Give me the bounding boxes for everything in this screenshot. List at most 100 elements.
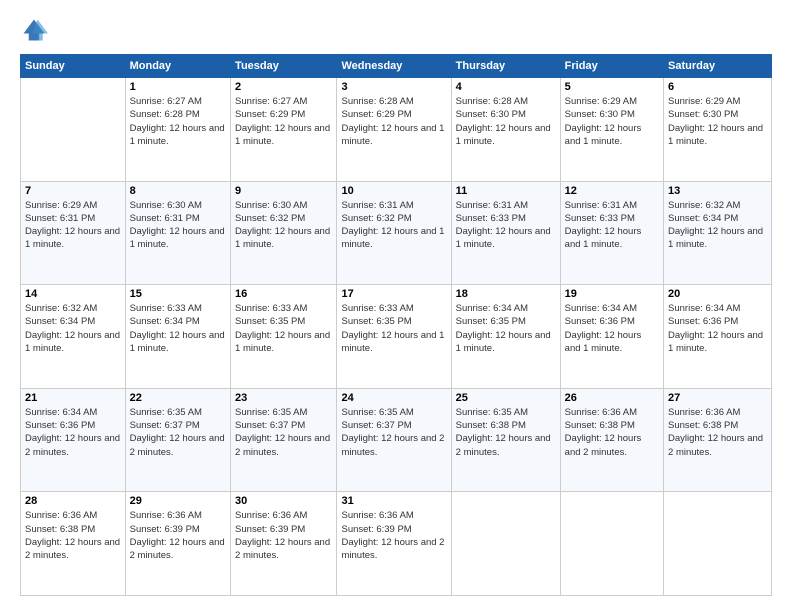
- day-info: Sunrise: 6:36 AM Sunset: 6:39 PM Dayligh…: [130, 509, 226, 562]
- calendar-cell: 21Sunrise: 6:34 AM Sunset: 6:36 PM Dayli…: [21, 388, 126, 492]
- day-info: Sunrise: 6:35 AM Sunset: 6:37 PM Dayligh…: [341, 406, 446, 459]
- page: SundayMondayTuesdayWednesdayThursdayFrid…: [0, 0, 792, 612]
- header-cell-saturday: Saturday: [664, 55, 772, 78]
- day-number: 17: [341, 288, 446, 300]
- calendar-table: SundayMondayTuesdayWednesdayThursdayFrid…: [20, 54, 772, 596]
- day-number: 6: [668, 81, 767, 93]
- calendar-cell: 17 Sunrise: 6:33 AM Sunset: 6:35 PM Dayli…: [337, 285, 451, 389]
- header-cell-friday: Friday: [560, 55, 663, 78]
- day-info: Sunrise: 6:33 AM Sunset: 6:34 PM Dayligh…: [130, 302, 226, 355]
- day-info: Sunrise: 6:32 AM Sunset: 6:34 PM Dayligh…: [668, 199, 767, 252]
- calendar-cell: 10 Sunrise: 6:31 AM Sunset: 6:32 PM Dayli…: [337, 181, 451, 285]
- week-row-4: 28 Sunrise: 6:36 AM Sunset: 6:38 PM Dayli…: [21, 492, 772, 596]
- calendar-cell: 9 Sunrise: 6:30 AM Sunset: 6:32 PM Daylig…: [231, 181, 337, 285]
- day-info: Sunrise: 6:35 AM Sunset: 6:37 PM Dayligh…: [235, 406, 332, 459]
- calendar-cell: 11 Sunrise: 6:31 AM Sunset: 6:33 PM Dayli…: [451, 181, 560, 285]
- header: [20, 16, 772, 44]
- logo: [20, 16, 52, 44]
- day-info: Sunrise: 6:30 AM Sunset: 6:32 PM Dayligh…: [235, 199, 332, 252]
- calendar-cell: 15Sunrise: 6:33 AM Sunset: 6:34 PM Dayli…: [125, 285, 230, 389]
- header-cell-monday: Monday: [125, 55, 230, 78]
- day-number: 25: [456, 392, 556, 404]
- calendar-cell: 3 Sunrise: 6:28 AM Sunset: 6:29 PM Daylig…: [337, 78, 451, 182]
- day-info: Sunrise: 6:36 AM Sunset: 6:38 PM Dayligh…: [565, 406, 659, 459]
- calendar-cell: 12 Sunrise: 6:31 AM Sunset: 6:33 PM Dayli…: [560, 181, 663, 285]
- calendar-cell: 29 Sunrise: 6:36 AM Sunset: 6:39 PM Dayli…: [125, 492, 230, 596]
- calendar-cell: 6 Sunrise: 6:29 AM Sunset: 6:30 PM Daylig…: [664, 78, 772, 182]
- day-info: Sunrise: 6:31 AM Sunset: 6:32 PM Dayligh…: [341, 199, 446, 252]
- header-cell-sunday: Sunday: [21, 55, 126, 78]
- header-cell-thursday: Thursday: [451, 55, 560, 78]
- day-number: 14: [25, 288, 121, 300]
- day-info: Sunrise: 6:36 AM Sunset: 6:39 PM Dayligh…: [235, 509, 332, 562]
- calendar-cell: 8 Sunrise: 6:30 AM Sunset: 6:31 PM Daylig…: [125, 181, 230, 285]
- calendar-cell: 25 Sunrise: 6:35 AM Sunset: 6:38 PM Dayli…: [451, 388, 560, 492]
- calendar-cell: 22 Sunrise: 6:35 AM Sunset: 6:37 PM Dayli…: [125, 388, 230, 492]
- day-info: Sunrise: 6:35 AM Sunset: 6:38 PM Dayligh…: [456, 406, 556, 459]
- day-number: 31: [341, 495, 446, 507]
- day-number: 16: [235, 288, 332, 300]
- day-info: Sunrise: 6:31 AM Sunset: 6:33 PM Dayligh…: [565, 199, 659, 252]
- week-row-3: 21Sunrise: 6:34 AM Sunset: 6:36 PM Dayli…: [21, 388, 772, 492]
- day-info: Sunrise: 6:34 AM Sunset: 6:36 PM Dayligh…: [565, 302, 659, 355]
- day-info: Sunrise: 6:29 AM Sunset: 6:31 PM Dayligh…: [25, 199, 121, 252]
- day-info: Sunrise: 6:33 AM Sunset: 6:35 PM Dayligh…: [341, 302, 446, 355]
- day-number: 12: [565, 185, 659, 197]
- day-number: 19: [565, 288, 659, 300]
- day-info: Sunrise: 6:35 AM Sunset: 6:37 PM Dayligh…: [130, 406, 226, 459]
- calendar-cell: 30 Sunrise: 6:36 AM Sunset: 6:39 PM Dayli…: [231, 492, 337, 596]
- day-info: Sunrise: 6:28 AM Sunset: 6:29 PM Dayligh…: [341, 95, 446, 148]
- calendar-cell: 24 Sunrise: 6:35 AM Sunset: 6:37 PM Dayli…: [337, 388, 451, 492]
- day-number: 18: [456, 288, 556, 300]
- calendar-cell: 4 Sunrise: 6:28 AM Sunset: 6:30 PM Daylig…: [451, 78, 560, 182]
- day-info: Sunrise: 6:29 AM Sunset: 6:30 PM Dayligh…: [668, 95, 767, 148]
- calendar-cell: 28 Sunrise: 6:36 AM Sunset: 6:38 PM Dayli…: [21, 492, 126, 596]
- day-info: Sunrise: 6:32 AM Sunset: 6:34 PM Dayligh…: [25, 302, 121, 355]
- day-number: 3: [341, 81, 446, 93]
- day-info: Sunrise: 6:31 AM Sunset: 6:33 PM Dayligh…: [456, 199, 556, 252]
- calendar-cell: 16Sunrise: 6:33 AM Sunset: 6:35 PM Dayli…: [231, 285, 337, 389]
- calendar-cell: [21, 78, 126, 182]
- day-number: 21: [25, 392, 121, 404]
- calendar-cell: 13Sunrise: 6:32 AM Sunset: 6:34 PM Dayli…: [664, 181, 772, 285]
- day-number: 9: [235, 185, 332, 197]
- day-info: Sunrise: 6:36 AM Sunset: 6:38 PM Dayligh…: [668, 406, 767, 459]
- logo-icon: [20, 16, 48, 44]
- day-number: 10: [341, 185, 446, 197]
- day-info: Sunrise: 6:30 AM Sunset: 6:31 PM Dayligh…: [130, 199, 226, 252]
- day-number: 2: [235, 81, 332, 93]
- day-info: Sunrise: 6:36 AM Sunset: 6:38 PM Dayligh…: [25, 509, 121, 562]
- day-number: 27: [668, 392, 767, 404]
- day-number: 28: [25, 495, 121, 507]
- week-row-0: 1 Sunrise: 6:27 AM Sunset: 6:28 PM Daylig…: [21, 78, 772, 182]
- day-number: 24: [341, 392, 446, 404]
- day-number: 4: [456, 81, 556, 93]
- header-row: SundayMondayTuesdayWednesdayThursdayFrid…: [21, 55, 772, 78]
- calendar-cell: 1 Sunrise: 6:27 AM Sunset: 6:28 PM Daylig…: [125, 78, 230, 182]
- day-info: Sunrise: 6:34 AM Sunset: 6:36 PM Dayligh…: [668, 302, 767, 355]
- header-cell-tuesday: Tuesday: [231, 55, 337, 78]
- calendar-cell: 2Sunrise: 6:27 AM Sunset: 6:29 PM Daylig…: [231, 78, 337, 182]
- calendar-cell: 26 Sunrise: 6:36 AM Sunset: 6:38 PM Dayli…: [560, 388, 663, 492]
- day-info: Sunrise: 6:36 AM Sunset: 6:39 PM Dayligh…: [341, 509, 446, 562]
- day-info: Sunrise: 6:27 AM Sunset: 6:28 PM Dayligh…: [130, 95, 226, 148]
- calendar-cell: 18 Sunrise: 6:34 AM Sunset: 6:35 PM Dayli…: [451, 285, 560, 389]
- week-row-2: 14 Sunrise: 6:32 AM Sunset: 6:34 PM Dayli…: [21, 285, 772, 389]
- day-info: Sunrise: 6:28 AM Sunset: 6:30 PM Dayligh…: [456, 95, 556, 148]
- calendar-cell: 7Sunrise: 6:29 AM Sunset: 6:31 PM Daylig…: [21, 181, 126, 285]
- day-number: 8: [130, 185, 226, 197]
- day-number: 22: [130, 392, 226, 404]
- day-number: 29: [130, 495, 226, 507]
- day-info: Sunrise: 6:34 AM Sunset: 6:35 PM Dayligh…: [456, 302, 556, 355]
- day-number: 1: [130, 81, 226, 93]
- calendar-cell: 31 Sunrise: 6:36 AM Sunset: 6:39 PM Dayli…: [337, 492, 451, 596]
- calendar-cell: 5Sunrise: 6:29 AM Sunset: 6:30 PM Daylig…: [560, 78, 663, 182]
- calendar-cell: 23Sunrise: 6:35 AM Sunset: 6:37 PM Dayli…: [231, 388, 337, 492]
- header-cell-wednesday: Wednesday: [337, 55, 451, 78]
- day-number: 30: [235, 495, 332, 507]
- day-number: 26: [565, 392, 659, 404]
- calendar-cell: 27 Sunrise: 6:36 AM Sunset: 6:38 PM Dayli…: [664, 388, 772, 492]
- calendar-cell: 20 Sunrise: 6:34 AM Sunset: 6:36 PM Dayli…: [664, 285, 772, 389]
- day-number: 20: [668, 288, 767, 300]
- day-number: 11: [456, 185, 556, 197]
